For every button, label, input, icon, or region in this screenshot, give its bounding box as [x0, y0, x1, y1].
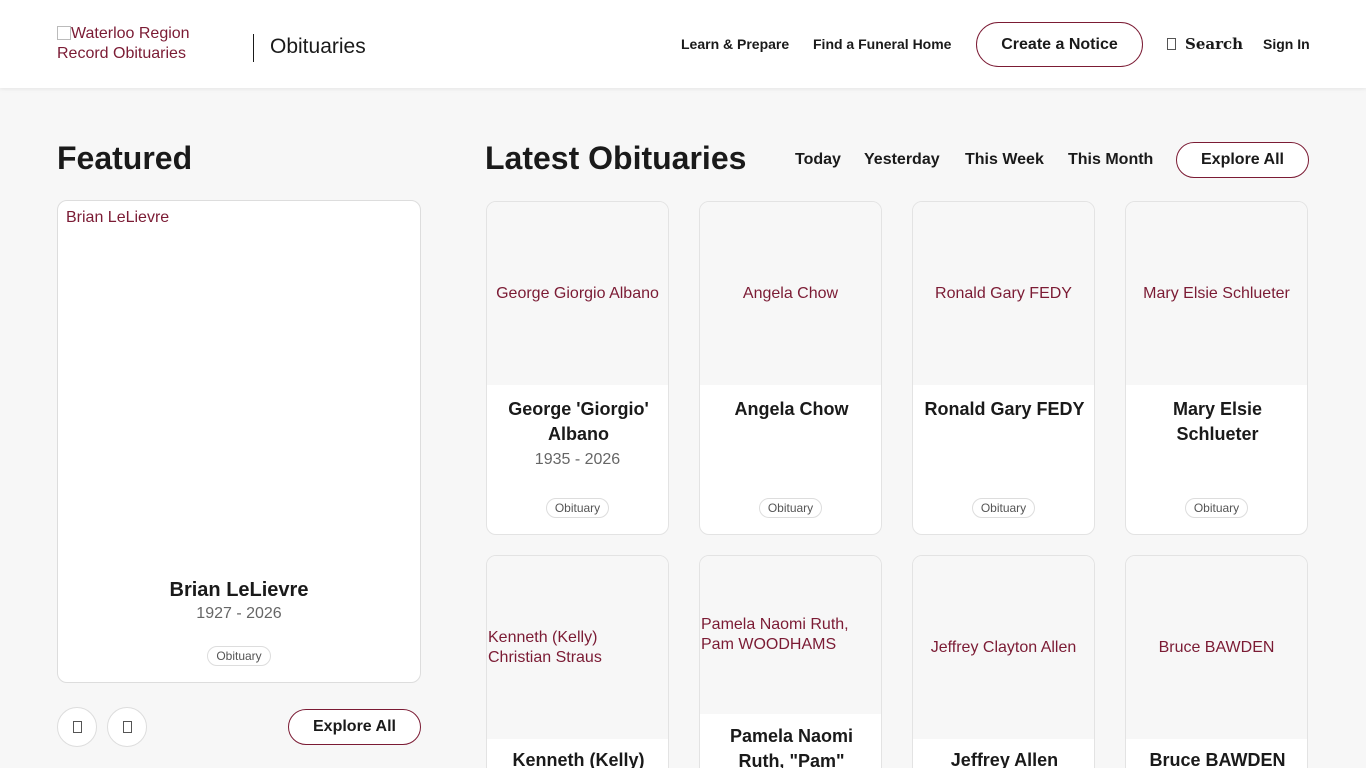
- search-label: Search: [1185, 35, 1244, 53]
- featured-tag: Obituary: [207, 646, 271, 666]
- obituary-image-alt: Pamela Naomi Ruth, Pam WOODHAMS: [701, 616, 849, 653]
- obituary-card[interactable]: Angela Chow Angela Chow Obituary: [699, 201, 882, 535]
- obituary-card[interactable]: Mary Elsie Schlueter Mary Elsie Schluete…: [1125, 201, 1308, 535]
- search-button[interactable]: Search: [1167, 35, 1243, 53]
- filter-this-month[interactable]: This Month: [1068, 151, 1153, 169]
- obituary-card[interactable]: George Giorgio Albano George 'Giorgio' A…: [486, 201, 669, 535]
- obituary-name: Pamela Naomi Ruth, "Pam": [729, 726, 854, 768]
- obituary-name: George 'Giorgio' Albano: [508, 399, 649, 444]
- obituary-card[interactable]: Bruce BAWDEN Bruce BAWDEN: [1125, 555, 1308, 768]
- featured-years: 1927 - 2026: [196, 605, 282, 622]
- obituary-image: Jeffrey Clayton Allen: [913, 556, 1094, 739]
- obituary-image: George Giorgio Albano: [487, 202, 668, 385]
- carousel-prev-button[interactable]: [57, 707, 97, 747]
- filter-today[interactable]: Today: [795, 151, 841, 169]
- obituary-card[interactable]: Pamela Naomi Ruth, Pam WOODHAMS Pamela N…: [699, 555, 882, 768]
- site-logo-alt-text: Waterloo Region Record Obituaries: [57, 25, 190, 62]
- featured-image: Brian LeLievre: [66, 209, 169, 227]
- obituary-name: Angela Chow: [734, 399, 849, 419]
- header-divider: [253, 34, 254, 62]
- site-header: Waterloo Region Record Obituaries Obitua…: [0, 0, 1366, 88]
- obituary-years: 1935 - 2026: [534, 451, 621, 468]
- chevron-left-icon: [72, 721, 82, 733]
- create-notice-button[interactable]: Create a Notice: [976, 22, 1143, 67]
- obituary-card[interactable]: Kenneth (Kelly) Christian Straus Kenneth…: [486, 555, 669, 768]
- obituary-image-alt: Kenneth (Kelly) Christian Straus: [488, 628, 602, 666]
- obituary-tag: Obituary: [545, 498, 610, 518]
- carousel-next-button[interactable]: [107, 707, 147, 747]
- featured-heading: Featured: [57, 140, 193, 176]
- filter-this-week[interactable]: This Week: [965, 151, 1044, 169]
- filter-yesterday[interactable]: Yesterday: [864, 151, 940, 169]
- obituary-image: Mary Elsie Schlueter: [1126, 202, 1307, 385]
- broken-image-icon: [57, 26, 71, 40]
- obituary-tag: Obituary: [1184, 498, 1249, 518]
- nav-learn-prepare[interactable]: Learn & Prepare: [681, 36, 789, 52]
- obituary-image: Angela Chow: [700, 202, 881, 385]
- obituary-image: Pamela Naomi Ruth, Pam WOODHAMS: [700, 556, 881, 714]
- latest-heading: Latest Obituaries: [485, 140, 747, 176]
- obituary-image-alt: Bruce BAWDEN: [1158, 638, 1275, 656]
- obituary-image-alt: Jeffrey Clayton Allen: [930, 638, 1077, 656]
- obituary-name: Bruce BAWDEN: [1149, 750, 1286, 768]
- obituary-name: Kenneth (Kelly): [512, 750, 645, 768]
- site-logo[interactable]: Waterloo Region Record Obituaries: [57, 24, 237, 64]
- section-title[interactable]: Obituaries: [270, 35, 366, 59]
- obituary-name: Ronald Gary FEDY: [924, 399, 1085, 419]
- obituary-card[interactable]: Ronald Gary FEDY Ronald Gary FEDY Obitua…: [912, 201, 1095, 535]
- obituary-tag: Obituary: [971, 498, 1036, 518]
- sign-in-link[interactable]: Sign In: [1263, 36, 1310, 52]
- obituary-image-alt: Mary Elsie Schlueter: [1143, 284, 1290, 302]
- obituary-image: Kenneth (Kelly) Christian Straus: [487, 556, 668, 739]
- featured-explore-all-button[interactable]: Explore All: [288, 709, 421, 745]
- obituary-image: Bruce BAWDEN: [1126, 556, 1307, 739]
- nav-find-funeral-home[interactable]: Find a Funeral Home: [813, 36, 951, 52]
- latest-explore-all-button[interactable]: Explore All: [1176, 142, 1309, 178]
- obituary-name: Mary Elsie Schlueter: [1172, 399, 1263, 444]
- obituary-tag: Obituary: [758, 498, 823, 518]
- featured-name: Brian LeLievre: [169, 579, 309, 601]
- obituary-card[interactable]: Jeffrey Clayton Allen Jeffrey Allen: [912, 555, 1095, 768]
- featured-image-alt: Brian LeLievre: [66, 209, 170, 226]
- obituary-name: Jeffrey Allen: [950, 750, 1059, 768]
- search-icon: [1167, 38, 1176, 50]
- obituary-image-alt: George Giorgio Albano: [496, 284, 659, 302]
- featured-card[interactable]: Brian LeLievre Brian LeLievre 1927 - 202…: [57, 200, 421, 683]
- obituary-image: Ronald Gary FEDY: [913, 202, 1094, 385]
- chevron-right-icon: [122, 721, 132, 733]
- obituary-image-alt: Angela Chow: [742, 284, 839, 302]
- obituary-image-alt: Ronald Gary FEDY: [935, 284, 1072, 302]
